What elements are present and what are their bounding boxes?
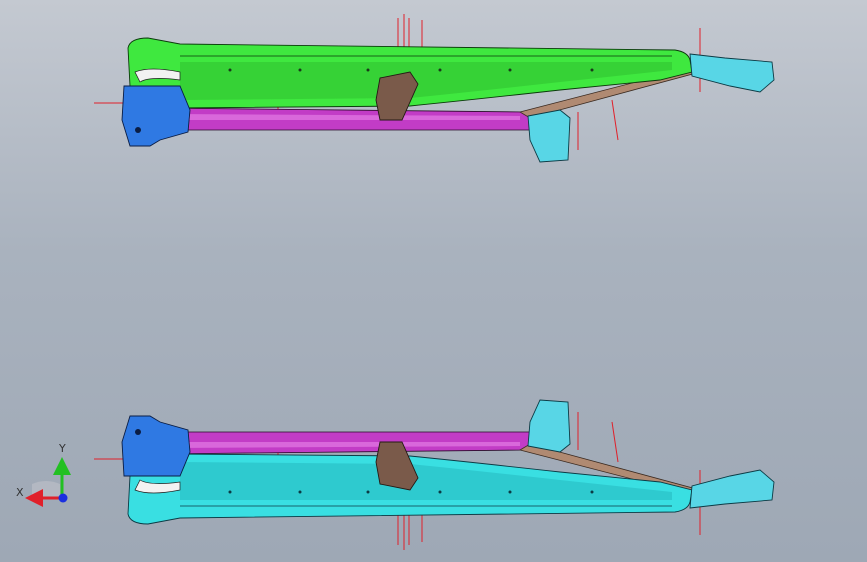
cad-viewport[interactable]: X Y — [0, 0, 867, 562]
lower-end-fitting[interactable] — [689, 469, 775, 509]
upper-head-node[interactable] — [121, 85, 191, 147]
y-axis-label: Y — [59, 442, 66, 455]
x-axis-label: X — [16, 486, 24, 499]
model-canvas[interactable] — [0, 0, 867, 562]
upper-dropout-bracket[interactable] — [527, 109, 571, 163]
coordinate-triad[interactable]: X Y — [10, 440, 80, 510]
upper-frame-assembly[interactable] — [94, 14, 775, 163]
triad-icon — [25, 457, 71, 507]
upper-end-fitting[interactable] — [689, 53, 775, 93]
upper-head-bolt — [135, 127, 141, 133]
lower-head-bolt — [135, 429, 141, 435]
z-axis-dot — [58, 493, 68, 503]
lower-frame-assembly[interactable] — [94, 399, 775, 550]
lower-head-node[interactable] — [121, 415, 191, 477]
lower-dropout-bracket[interactable] — [527, 399, 571, 453]
